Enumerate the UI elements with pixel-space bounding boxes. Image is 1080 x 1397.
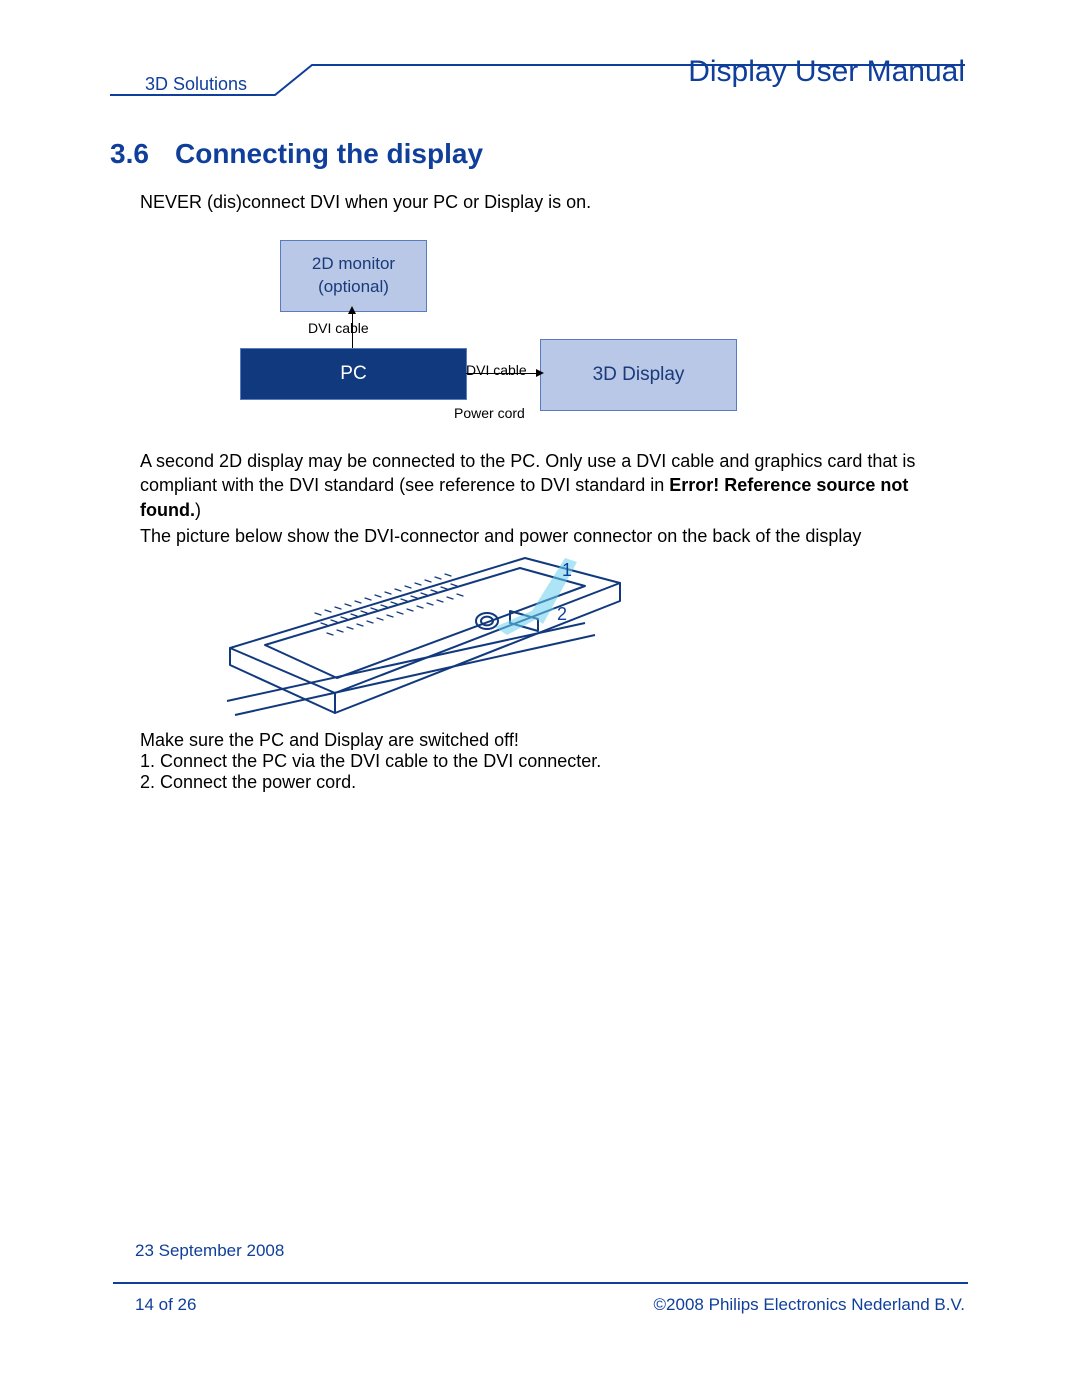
header-rule bbox=[0, 60, 1080, 100]
callout-2: 2 bbox=[557, 604, 567, 625]
second-display-paragraph: A second 2D display may be connected to … bbox=[140, 449, 945, 522]
box-pc: PC bbox=[240, 348, 467, 400]
box-2d-line2: (optional) bbox=[318, 276, 389, 299]
box-3d-display: 3D Display bbox=[540, 339, 737, 411]
second-display-text-b: ) bbox=[195, 500, 201, 520]
footer-date: 23 September 2008 bbox=[135, 1241, 284, 1261]
footer-copyright: ©2008 Philips Electronics Nederland B.V. bbox=[654, 1295, 965, 1315]
label-power-cord: Power cord bbox=[454, 405, 525, 421]
footer-page: 14 of 26 bbox=[135, 1295, 196, 1315]
arrow-right-icon bbox=[466, 373, 538, 374]
callout-1: 1 bbox=[562, 560, 572, 581]
step-2: 2. Connect the power cord. bbox=[140, 770, 945, 794]
box-2d-line1: 2D monitor bbox=[312, 253, 395, 276]
section-title: Connecting the display bbox=[175, 138, 483, 170]
connection-diagram: 2D monitor (optional) PC 3D Display DVI … bbox=[140, 220, 945, 440]
footer-rule bbox=[113, 1282, 968, 1284]
label-dvi-cable-up: DVI cable bbox=[308, 320, 369, 336]
picture-intro-text: The picture below show the DVI-connector… bbox=[140, 524, 945, 548]
box-2d-monitor: 2D monitor (optional) bbox=[280, 240, 427, 312]
label-dvi-cable-right: DVI cable bbox=[466, 362, 527, 378]
warning-text: NEVER (dis)connect DVI when your PC or D… bbox=[140, 190, 945, 214]
arrow-up-icon bbox=[352, 312, 353, 348]
section-number: 3.6 bbox=[110, 138, 149, 170]
